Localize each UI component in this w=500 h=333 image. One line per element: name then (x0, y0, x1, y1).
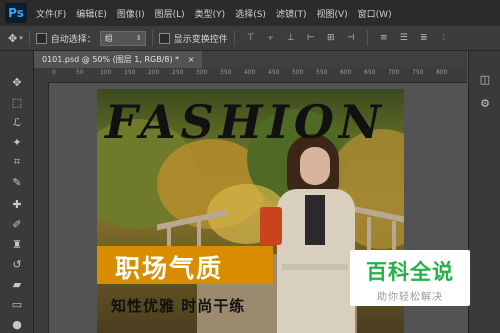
fashion-headline: FASHION (105, 95, 386, 149)
divider (233, 30, 235, 46)
crop-tool-icon[interactable]: ⌗ (8, 153, 26, 171)
document-tabs: 0101.psd @ 50% (图层 1, RGB/8) * × (34, 51, 467, 68)
document-tab-title: 0101.psd @ 50% (图层 1, RGB/8) * (42, 55, 180, 64)
eraser-icon[interactable]: ▰ (8, 275, 26, 293)
watermark-title: 百科全说 (366, 260, 454, 284)
ruler-label: 300 (196, 69, 208, 76)
menu-view[interactable]: 视图(V) (316, 7, 347, 20)
ruler-label: 350 (220, 69, 232, 76)
menu-edit[interactable]: 编辑(E) (76, 7, 107, 20)
align-top-icon[interactable]: ⊤ (245, 32, 257, 44)
tool-preset-chevron-icon[interactable]: ▾ (19, 34, 23, 42)
watermark: 百科全说 助你轻松解决 (350, 250, 470, 306)
menu-select[interactable]: 选择(S) (235, 7, 266, 20)
close-tab-icon[interactable]: × (188, 55, 195, 64)
person-face (300, 147, 330, 185)
distribute-top-icon[interactable]: ≡ (378, 32, 390, 44)
marquee-tool-icon[interactable]: ⬚ (8, 93, 26, 111)
move-tool-icon[interactable]: ✥ (8, 32, 17, 45)
brush-tool-icon[interactable]: ✐ (8, 215, 26, 233)
ruler-label: 750 (412, 69, 424, 76)
auto-select-label: 自动选择： (50, 34, 96, 45)
ruler-label: 150 (124, 69, 136, 76)
ruler-label: 500 (292, 69, 304, 76)
history-panel-icon[interactable]: ◫ (477, 71, 493, 87)
ruler-label: 400 (244, 69, 256, 76)
document-tab[interactable]: 0101.psd @ 50% (图层 1, RGB/8) * × (34, 51, 203, 68)
divider (28, 30, 30, 46)
vertical-ruler (34, 82, 49, 333)
move-tool-icon[interactable]: ✥ (8, 73, 26, 91)
ruler-label: 450 (268, 69, 280, 76)
ruler-label: 550 (316, 69, 328, 76)
show-transform-label: 显示变换控件 (173, 34, 228, 45)
align-hcenter-icon[interactable]: ⊞ (325, 32, 337, 44)
properties-panel-icon[interactable]: ⚙ (477, 95, 493, 111)
align-left-icon[interactable]: ⊢ (305, 32, 317, 44)
menu-filter[interactable]: 滤镜(T) (276, 7, 307, 20)
auto-select-checkbox[interactable] (35, 32, 47, 44)
blur-tool-icon[interactable]: ● (8, 315, 26, 333)
auto-select-value: 组 (104, 33, 113, 43)
divider (151, 30, 153, 46)
red-folder (260, 207, 282, 245)
ruler-label: 700 (388, 69, 400, 76)
gradient-tool-icon[interactable]: ▭ (8, 295, 26, 313)
banner-text: 职场气质 (115, 254, 224, 283)
menu-type[interactable]: 类型(Y) (195, 7, 226, 20)
auto-select-dropdown[interactable]: 组 (99, 30, 146, 46)
magic-wand-icon[interactable]: ✦ (8, 133, 26, 151)
options-bar: ✥ ▾ 自动选择： 组 显示变换控件 ⊤ ⫟ ⊥ ⊢ ⊞ ⊣ ≡ ☰ ≣ ⦙ (0, 26, 500, 51)
panel-dock: ◫ ⚙ (468, 51, 500, 333)
ruler-label: 600 (340, 69, 352, 76)
eyedropper-icon[interactable]: ✎ (8, 173, 26, 191)
align-vcenter-icon[interactable]: ⫟ (265, 32, 277, 44)
banner: 职场气质 (97, 246, 273, 284)
ruler-label: 100 (100, 69, 112, 76)
history-brush-icon[interactable]: ↺ (8, 255, 26, 273)
menu-layer[interactable]: 图层(L) (155, 7, 185, 20)
subheadline: 知性优雅 时尚干练 (111, 297, 246, 315)
distribute-bottom-icon[interactable]: ≣ (418, 32, 430, 44)
ruler-label: 200 (148, 69, 160, 76)
ruler-label: 0 (52, 69, 56, 76)
show-transform-checkbox[interactable] (158, 32, 170, 44)
menu-window[interactable]: 窗口(W) (358, 7, 392, 20)
menu-image[interactable]: 图像(I) (117, 7, 145, 20)
clone-stamp-icon[interactable]: ♜ (8, 235, 26, 253)
toolbox: ✥ ⬚ ℒ ✦ ⌗ ✎ ✚ ✐ ♜ ↺ ▰ ▭ ● (0, 51, 34, 333)
menu-file[interactable]: 文件(F) (36, 7, 66, 20)
person-shirt (305, 195, 325, 245)
distribute-vcenter-icon[interactable]: ☰ (398, 32, 410, 44)
lasso-tool-icon[interactable]: ℒ (8, 113, 26, 131)
align-bottom-icon[interactable]: ⊥ (285, 32, 297, 44)
ruler-label: 50 (76, 69, 84, 76)
healing-brush-icon[interactable]: ✚ (8, 195, 26, 213)
ruler-label: 250 (172, 69, 184, 76)
coat-belt (282, 264, 348, 270)
align-right-icon[interactable]: ⊣ (345, 32, 357, 44)
menu-bar: Ps 文件(F) 编辑(E) 图像(I) 图层(L) 类型(Y) 选择(S) 滤… (0, 0, 500, 26)
ruler-label: 800 (436, 69, 448, 76)
photoshop-logo: Ps (5, 3, 27, 23)
ruler-label: 650 (364, 69, 376, 76)
watermark-subtitle: 助你轻松解决 (377, 292, 443, 303)
divider (366, 30, 368, 46)
distribute-left-icon[interactable]: ⦙ (438, 32, 450, 44)
horizontal-ruler: 0 50 100 150 200 250 300 350 400 450 500… (34, 68, 467, 83)
